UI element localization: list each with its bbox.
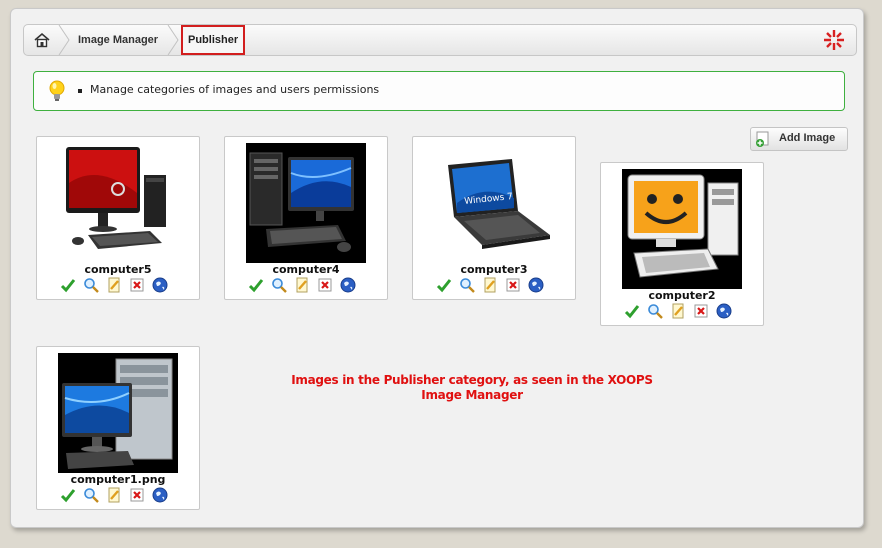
breadcrumb-separator	[167, 25, 179, 55]
breadcrumb-publisher[interactable]: Publisher	[181, 25, 246, 55]
image-name: computer2	[648, 289, 716, 302]
zoom-icon[interactable]	[83, 487, 99, 503]
check-icon[interactable]	[624, 303, 640, 319]
image-card[interactable]: computer1.png	[36, 346, 200, 510]
image-actions	[624, 303, 732, 319]
globe-icon[interactable]	[716, 303, 732, 319]
image-actions	[436, 277, 544, 293]
check-icon[interactable]	[248, 277, 264, 293]
image-thumbnail[interactable]	[58, 353, 178, 473]
add-image-button[interactable]: Add Image	[750, 127, 848, 151]
image-card[interactable]: Windows 7 computer3	[412, 136, 576, 300]
globe-icon[interactable]	[152, 277, 168, 293]
add-image-icon	[755, 131, 773, 150]
image-name: computer1.png	[70, 473, 166, 486]
image-thumbnail[interactable]	[622, 169, 742, 289]
edit-icon[interactable]	[106, 277, 122, 293]
image-thumbnail[interactable]	[58, 143, 178, 263]
globe-icon[interactable]	[528, 277, 544, 293]
check-icon[interactable]	[60, 487, 76, 503]
info-tip-box: Manage categories of images and users pe…	[33, 71, 845, 111]
annotation-caption: Images in the Publisher category, as see…	[291, 373, 653, 402]
image-card[interactable]: computer4	[224, 136, 388, 300]
delete-icon[interactable]	[129, 487, 145, 503]
image-name: computer5	[84, 263, 152, 276]
zoom-icon[interactable]	[647, 303, 663, 319]
image-name: computer4	[272, 263, 340, 276]
image-manager-panel: Image Manager Publisher Manage categorie…	[10, 8, 864, 528]
edit-icon[interactable]	[294, 277, 310, 293]
globe-icon[interactable]	[340, 277, 356, 293]
close-cross-icon[interactable]	[812, 25, 856, 55]
image-card[interactable]: computer2	[600, 162, 764, 326]
image-card[interactable]: computer5	[36, 136, 200, 300]
breadcrumb-image-manager[interactable]: Image Manager	[78, 25, 158, 55]
edit-icon[interactable]	[106, 487, 122, 503]
image-thumbnail[interactable]: Windows 7	[434, 143, 554, 263]
edit-icon[interactable]	[670, 303, 686, 319]
image-name: computer3	[460, 263, 528, 276]
breadcrumb-separator	[58, 25, 70, 55]
image-actions	[60, 277, 168, 293]
check-icon[interactable]	[436, 277, 452, 293]
edit-icon[interactable]	[482, 277, 498, 293]
image-actions	[60, 487, 168, 503]
delete-icon[interactable]	[505, 277, 521, 293]
home-icon[interactable]	[24, 25, 60, 55]
globe-icon[interactable]	[152, 487, 168, 503]
delete-icon[interactable]	[693, 303, 709, 319]
add-image-label: Add Image	[779, 132, 836, 144]
image-thumbnail[interactable]	[246, 143, 366, 263]
delete-icon[interactable]	[317, 277, 333, 293]
tip-text: Manage categories of images and users pe…	[90, 83, 380, 96]
zoom-icon[interactable]	[459, 277, 475, 293]
delete-icon[interactable]	[129, 277, 145, 293]
check-icon[interactable]	[60, 277, 76, 293]
bullet	[78, 89, 82, 93]
zoom-icon[interactable]	[271, 277, 287, 293]
breadcrumb: Image Manager Publisher	[23, 24, 857, 56]
zoom-icon[interactable]	[83, 277, 99, 293]
lightbulb-icon	[48, 80, 66, 107]
image-actions	[248, 277, 356, 293]
